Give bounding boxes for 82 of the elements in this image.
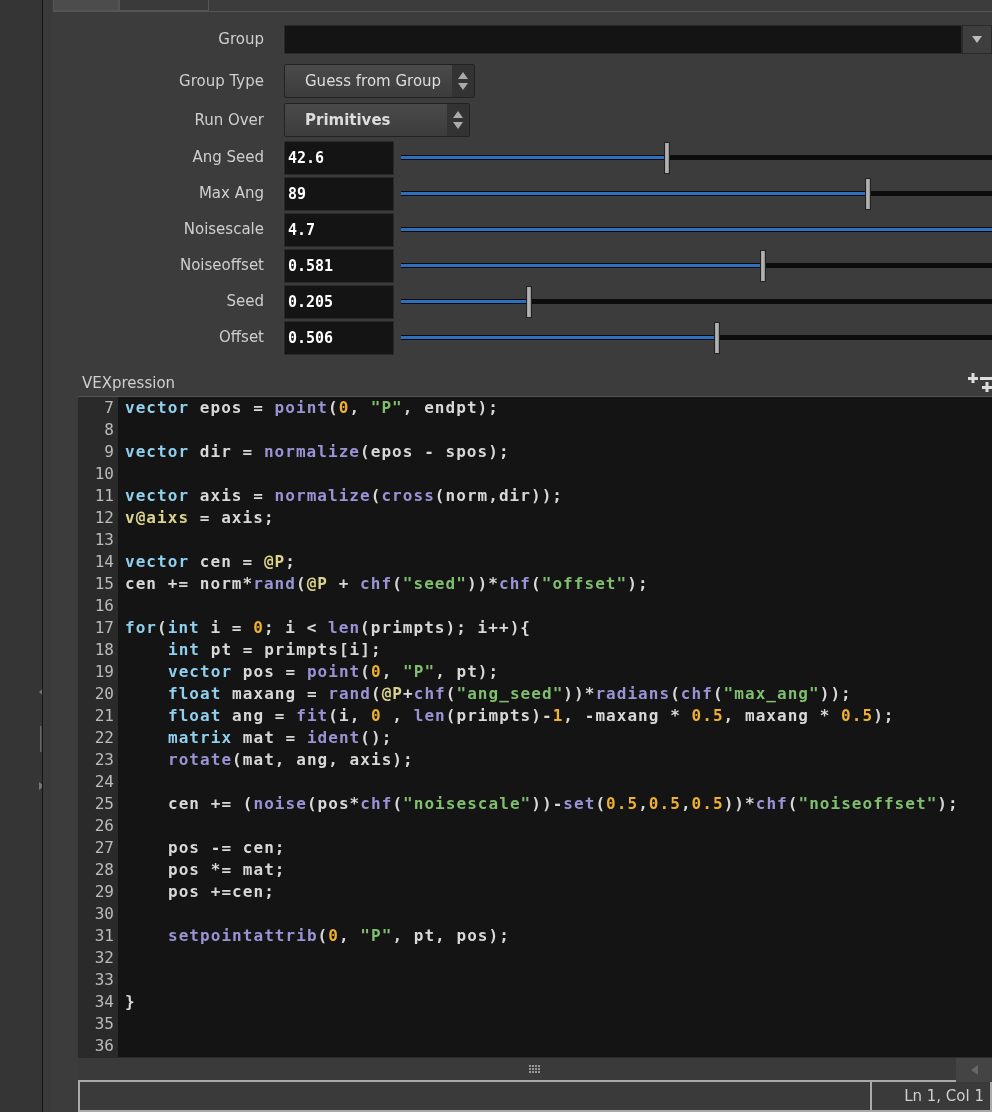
line-number: 18 (78, 639, 118, 662)
slider-handle[interactable] (663, 141, 670, 174)
slider-handle[interactable] (525, 285, 532, 318)
value-field[interactable]: 42.6 (284, 140, 394, 175)
horizontal-scrollbar[interactable] (78, 1057, 992, 1080)
slider-handle[interactable] (713, 321, 720, 354)
slider-handle[interactable] (864, 177, 871, 210)
code-line: vector dir = normalize(epos - spos); (124, 441, 510, 464)
field-label: Group Type (178, 70, 264, 92)
line-number: 21 (78, 705, 118, 728)
line-number: 22 (78, 727, 118, 750)
field-label: Run Over (193, 109, 264, 131)
code-line: pos +=cen; (167, 881, 275, 904)
code-line: rotate(mat, ang, axis); (167, 749, 414, 772)
line-number: 28 (78, 859, 118, 882)
line-number: 33 (78, 969, 118, 992)
up-down-arrows-icon (458, 72, 468, 91)
splitter-grip-icon[interactable] (39, 726, 42, 752)
line-number: 34 (78, 991, 118, 1014)
line-number: 32 (78, 947, 118, 970)
line-number: 14 (78, 551, 118, 574)
value-field[interactable]: 89 (284, 176, 394, 211)
value-field[interactable]: 0.581 (284, 248, 394, 283)
line-number: 10 (78, 463, 118, 486)
line-number: 25 (78, 793, 118, 816)
code-line: vector epos = point(0, "P", endpt); (124, 397, 499, 420)
dropdown-button[interactable] (962, 25, 992, 55)
field-label: Group (217, 29, 264, 51)
line-number: 26 (78, 815, 118, 838)
slider-handle[interactable] (760, 249, 767, 282)
code-line: cen += (noise(pos*chf("noisescale"))-set(0.5,0.5,0.5))*chf("noiseoffset"); (167, 793, 959, 816)
line-number: 12 (78, 507, 118, 530)
line-number: 9 (78, 441, 118, 464)
grip-icon[interactable] (529, 1065, 541, 1074)
line-number: 24 (78, 771, 118, 794)
line-number: 19 (78, 661, 118, 684)
line-number: 8 (78, 419, 118, 442)
cursor-position: Ln 1, Col 1 (870, 1080, 992, 1112)
field-label: Max Ang (197, 183, 264, 205)
dropdown-arrow-icon (972, 36, 982, 44)
code-line: v@aixs = axis; (124, 507, 275, 530)
line-number: 35 (78, 1013, 118, 1036)
code-line: matrix mat = ident(); (167, 727, 393, 750)
dropdown-menu[interactable]: Primitives (284, 103, 470, 138)
line-number: 30 (78, 903, 118, 926)
code-line: } (124, 991, 136, 1014)
line-number: 7 (78, 397, 118, 420)
value-field[interactable]: 0.205 (284, 284, 394, 319)
code-line: int pt = primpts[i]; (167, 639, 382, 662)
line-number: 27 (78, 837, 118, 860)
code-line: vector cen = @P; (124, 551, 296, 574)
field-label: Noiseoffset (178, 255, 264, 277)
code-line: pos -= cen; (167, 837, 286, 860)
code-line: for(int i = 0; i < len(primpts); i++){ (124, 617, 532, 640)
plus-minus-icon[interactable] (966, 370, 992, 395)
code-line: setpointattrib(0, "P", pt, pos); (167, 925, 510, 948)
code-line: float ang = fit(i, 0 , len(primpts)-1, -maxang * 0.5, maxang * 0.5); (167, 705, 895, 728)
line-number: 23 (78, 749, 118, 772)
line-number: 31 (78, 925, 118, 948)
line-number: 11 (78, 485, 118, 508)
up-down-arrows-icon (453, 111, 463, 130)
field-label: Ang Seed (191, 147, 264, 169)
line-number: 16 (78, 595, 118, 618)
line-number: 17 (78, 617, 118, 640)
field-label: Noisescale (182, 219, 264, 241)
editor-label: VEXpression (82, 372, 176, 394)
value-field[interactable]: 0.506 (284, 320, 394, 355)
field-label: Offset (217, 327, 264, 349)
code-line: vector axis = normalize(cross(norm,dir)); (124, 485, 564, 508)
code-line: float maxang = rand(@P+chf("ang_seed"))*radians(chf("max_ang")); (167, 683, 852, 706)
code-line: vector pos = point(0, "P", pt); (167, 661, 500, 684)
line-number: 13 (78, 529, 118, 552)
dropdown-menu[interactable]: Guess from Group (284, 64, 475, 99)
value-field[interactable]: 4.7 (284, 212, 394, 247)
line-number: 29 (78, 881, 118, 904)
field-label: Seed (225, 291, 264, 313)
line-number: 15 (78, 573, 118, 596)
line-number: 36 (78, 1035, 118, 1058)
code-line: pos *= mat; (167, 859, 286, 882)
group-field[interactable] (284, 25, 962, 55)
line-number: 20 (78, 683, 118, 706)
code-line: cen += norm*rand(@P + chf("seed"))*chf("offset"); (124, 573, 649, 596)
